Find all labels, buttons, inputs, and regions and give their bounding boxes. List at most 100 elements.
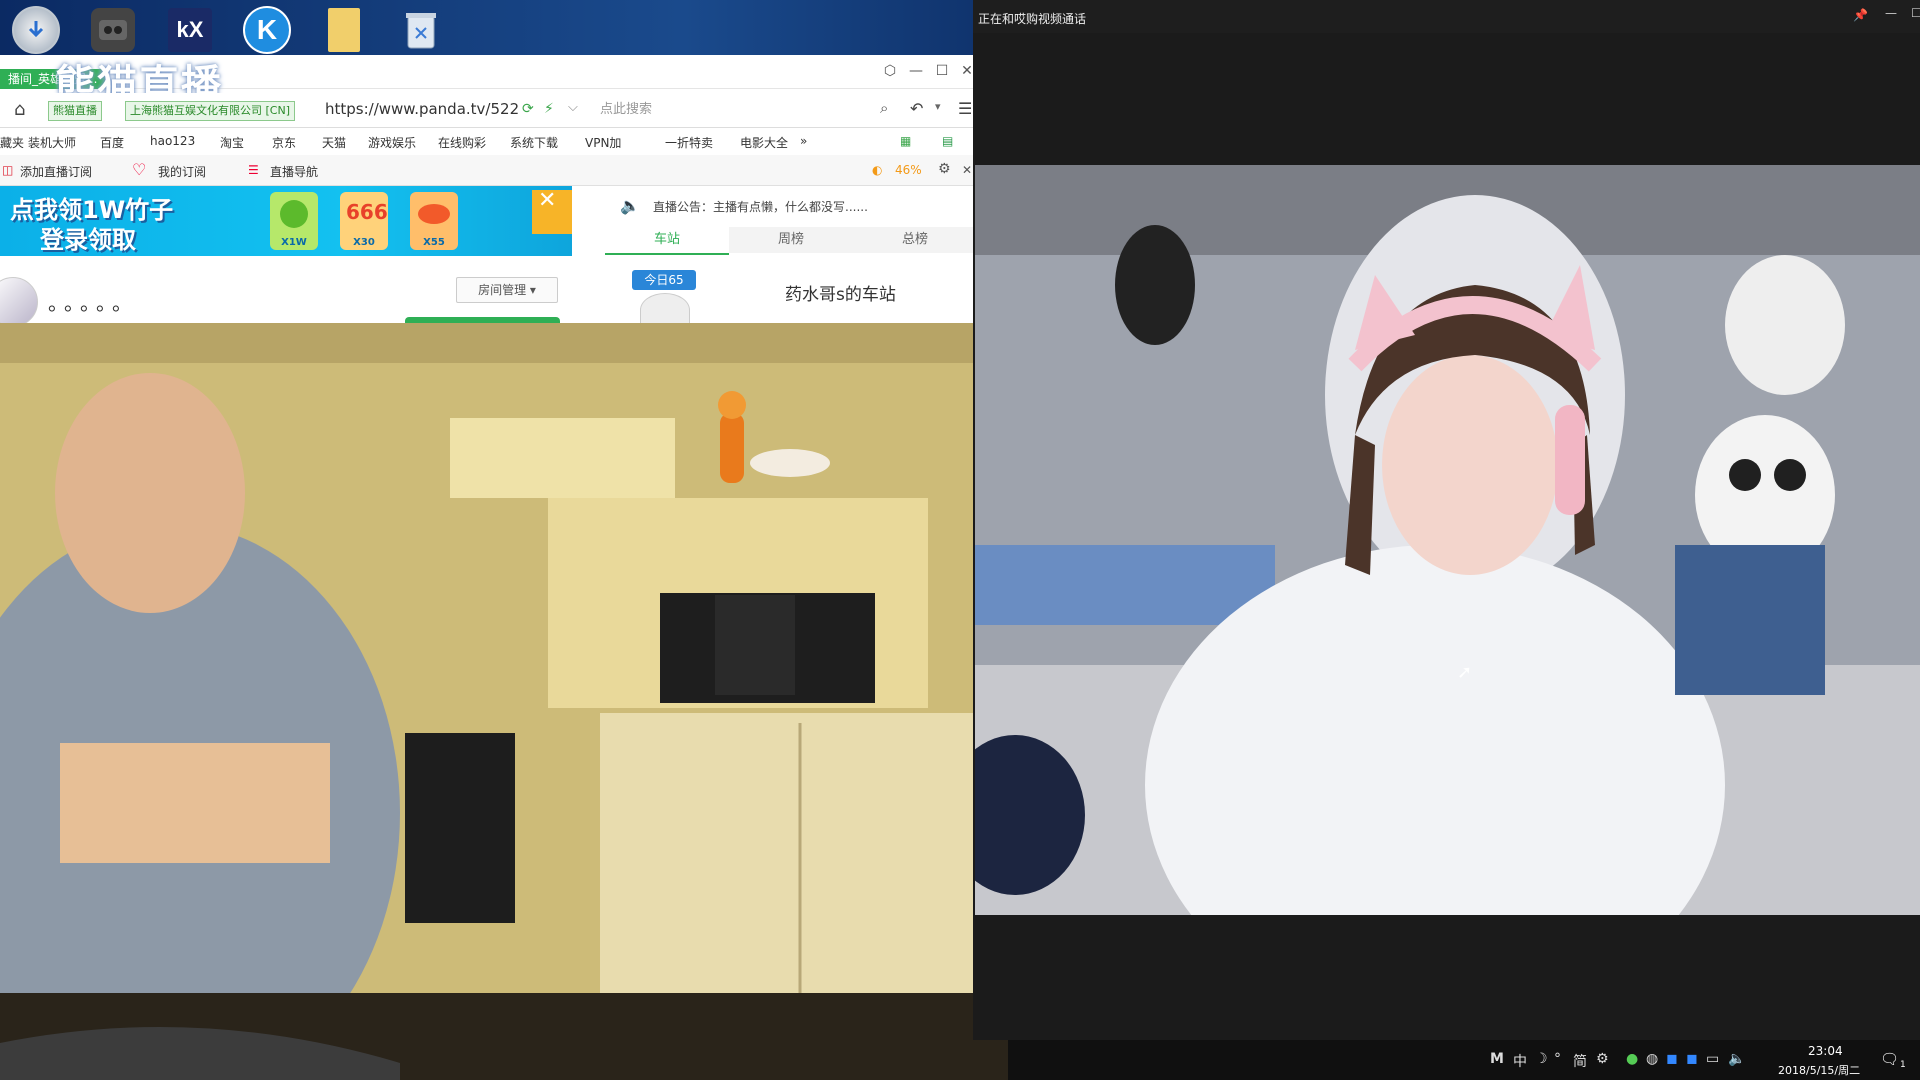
menu-icon[interactable]: ☰ (958, 99, 972, 118)
add-icon: ◫ (2, 163, 14, 177)
qq-tray-icon[interactable]: ◼ (1666, 1051, 1678, 1067)
site-name-tag[interactable]: 熊猫直播 (48, 101, 102, 121)
my-subscription-link[interactable]: 我的订阅 (158, 163, 206, 180)
webcam-left-scene (0, 323, 1008, 1080)
media-player-icon[interactable] (87, 4, 139, 56)
station-title: 药水哥s的车站 (785, 285, 896, 305)
chevron-down-icon: ▾ (529, 283, 536, 297)
maximize-icon[interactable]: ☐ (1911, 6, 1920, 20)
kx-tray-icon[interactable]: ◼ (1686, 1051, 1698, 1067)
search-input[interactable]: 点此搜索 (590, 99, 900, 121)
ime-chinese[interactable]: 中 (1513, 1051, 1527, 1071)
clock-date[interactable]: 2018/5/15/周二 (1778, 1062, 1860, 1078)
cert-tag[interactable]: 上海熊猫互娱文化有限公司 [CN] (125, 101, 295, 121)
volume-icon[interactable]: 🔈 (1728, 1051, 1745, 1067)
ime-settings-icon[interactable]: ⚙ (1596, 1051, 1609, 1067)
gift-bamboo[interactable]: X1W (270, 192, 318, 250)
pin-icon[interactable]: 📌 (1853, 8, 1868, 22)
avatar[interactable] (0, 277, 38, 325)
room-info-row: 。。。。。 房间管理 ▾ (0, 265, 600, 325)
kugou-icon[interactable]: K (241, 4, 293, 56)
bookmark-more[interactable]: » (800, 134, 807, 148)
ime-mode[interactable]: M (1490, 1051, 1504, 1067)
announcement-text: 直播公告：主播有点懒，什么都没写...... (653, 200, 868, 214)
installer-icon[interactable] (10, 4, 62, 56)
close-panel-icon[interactable]: ✕ (962, 163, 972, 177)
apps-grid-icon[interactable]: ▦ (900, 134, 911, 148)
gift-label: X30 (353, 237, 375, 248)
taskbar: M 中 ☽ ° 简 ⚙ ● ◍ ◼ ◼ ▭ 🔈 23:04 2018/5/15/… (1008, 1040, 1920, 1080)
kx-icon[interactable]: kX (164, 4, 216, 56)
shirt-skin-icon[interactable]: ⬡ (880, 61, 900, 81)
zoom-level[interactable]: 46% (895, 163, 922, 177)
bookmark-item[interactable]: VPN加 (585, 134, 621, 151)
room-name: 。。。。。 (48, 291, 138, 315)
clock-time[interactable]: 23:04 (1808, 1044, 1843, 1058)
rank-tabs: 车站 周榜 总榜 (605, 227, 975, 255)
url-field[interactable]: https://www.panda.tv/522 (325, 100, 519, 118)
bookmark-item[interactable]: 百度 (100, 134, 124, 151)
network-icon[interactable]: ▭ (1706, 1051, 1719, 1067)
ime-punct[interactable]: ° (1554, 1051, 1561, 1067)
webcam-feed-left (0, 323, 1008, 1080)
maximize-icon[interactable]: ☐ (932, 61, 952, 81)
add-subscription-link[interactable]: 添加直播订阅 (20, 163, 92, 180)
ime-moon-icon[interactable]: ☽ (1535, 1051, 1548, 1067)
bookmarks-bar: 藏夹 装机大师 百度 hao123 淘宝 京东 天猫 游戏娱乐 在线购彩 系统下… (0, 129, 975, 156)
today-badge: 今日65 (632, 270, 696, 290)
refresh-green-icon[interactable]: ⟳ (522, 101, 534, 117)
browser-window: 播间_英雄联盟... 熊猫直播 ⬡ — ☐ ✕ ⌂ 熊猫直播 上海熊猫互娱文化有… (0, 55, 975, 325)
bolt-icon[interactable]: ⚡ (544, 101, 554, 117)
heart-icon: ♡ (132, 160, 147, 179)
banner-line2: 登录领取 (40, 226, 136, 254)
notification-icon[interactable]: 🗨 (1880, 1050, 1899, 1068)
panda-mascot-icon (640, 293, 690, 325)
list-icon: ☰ (248, 163, 259, 177)
gift-label: X55 (423, 237, 445, 248)
recycle-bin-icon[interactable] (395, 4, 447, 56)
bookmark-item[interactable]: 天猫 (322, 134, 346, 151)
speaker-icon: 🔈 (620, 196, 640, 215)
promo-banner[interactable]: 点我领1W竹子 登录领取 X1W 666 X30 X55 ✕ (0, 186, 572, 256)
tab-total[interactable]: 总榜 (853, 227, 975, 253)
bookmark-item[interactable]: 藏夹 (0, 134, 24, 151)
bookmark-item[interactable]: hao123 (150, 134, 195, 148)
gift-666[interactable]: 666 X30 (340, 192, 388, 250)
tab-weekly[interactable]: 周榜 (729, 227, 853, 253)
bookmark-item[interactable]: 装机大师 (28, 134, 76, 151)
bookmark-item[interactable]: 电影大全 (740, 134, 788, 151)
bookmark-item[interactable]: 淘宝 (220, 134, 244, 151)
bookmark-item[interactable]: 在线购彩 (438, 134, 486, 151)
folder-icon[interactable] (318, 4, 370, 56)
search-icon[interactable]: ⌕ (880, 99, 888, 117)
minimize-icon[interactable]: — (1885, 6, 1897, 20)
banner-close-icon[interactable]: ✕ (538, 188, 556, 213)
bookmark-item[interactable]: 游戏娱乐 (368, 134, 416, 151)
undo-dropdown-icon[interactable]: ▾ (935, 100, 941, 113)
room-manage-button[interactable]: 房间管理 ▾ (456, 277, 558, 303)
webcam-feed-right: ➚ (975, 165, 1920, 915)
ime-simplified[interactable]: 简 (1573, 1051, 1587, 1071)
gear-icon[interactable]: ⚙ (938, 161, 951, 177)
book-icon[interactable]: ▤ (942, 134, 953, 148)
666-icon: 666 (346, 200, 388, 224)
desktop-icon-strip: kX K (0, 0, 975, 60)
webcam-right-scene (975, 165, 1920, 915)
wechat-tray-icon[interactable]: ● (1626, 1051, 1638, 1067)
browser-tray-icon[interactable]: ◍ (1646, 1051, 1658, 1067)
mouse-cursor-icon: ➚ (1457, 662, 1473, 683)
minimize-icon[interactable]: — (906, 61, 926, 81)
battery-icon: ◐ (872, 163, 883, 177)
tab-station[interactable]: 车站 (605, 227, 729, 255)
chevron-down-icon[interactable]: ⌵ (568, 100, 578, 115)
gift-label: X1W (281, 237, 307, 248)
bookmark-item[interactable]: 京东 (272, 134, 296, 151)
room-manage-label: 房间管理 (478, 283, 527, 297)
live-nav-link[interactable]: 直播导航 (270, 163, 318, 180)
bookmark-item[interactable]: 一折特卖 (665, 134, 713, 151)
undo-icon[interactable]: ↶ (910, 99, 923, 118)
home-icon[interactable]: ⌂ (14, 99, 25, 120)
gift-fish[interactable]: X55 (410, 192, 458, 250)
bookmark-item[interactable]: 系统下载 (510, 134, 558, 151)
browser-titlebar: 播间_英雄联盟... 熊猫直播 ⬡ — ☐ ✕ (0, 55, 975, 108)
